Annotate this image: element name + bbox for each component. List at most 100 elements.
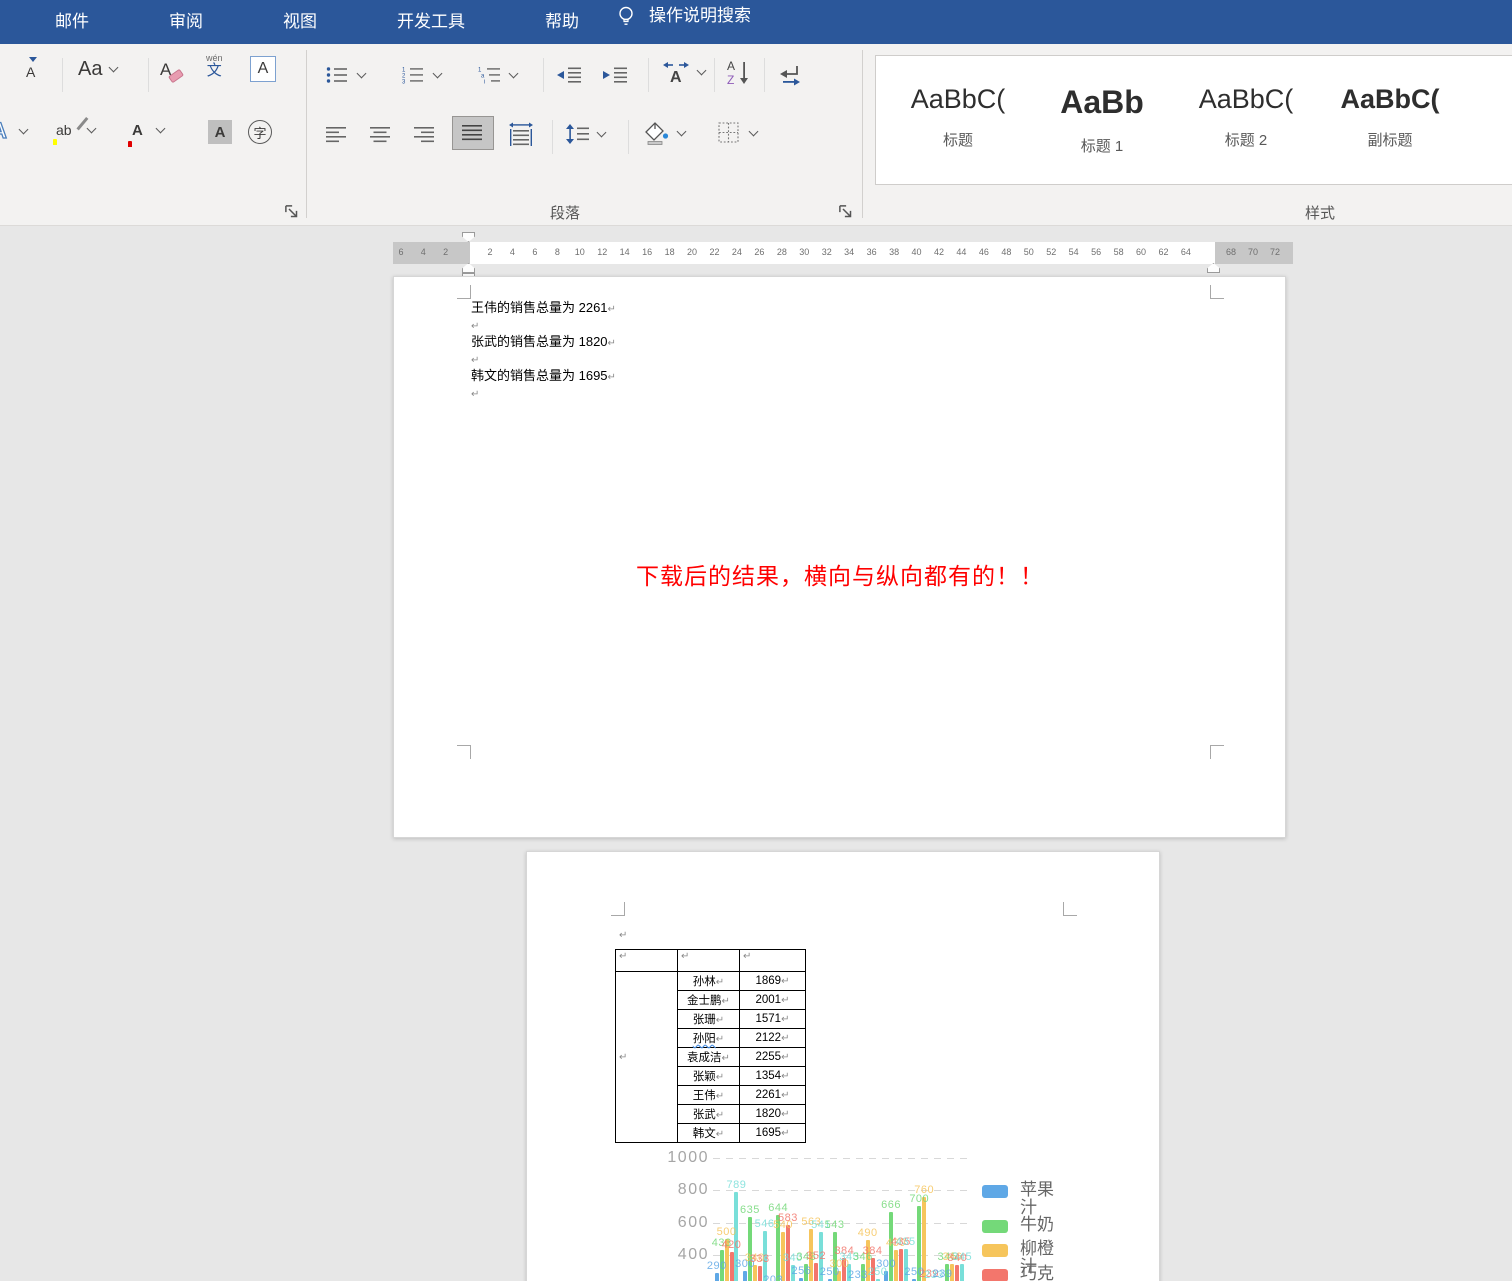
- ruler-number: 40: [911, 247, 922, 257]
- paragraph-dialog-launcher[interactable]: [838, 204, 853, 219]
- tell-me-search[interactable]: 操作说明搜索: [591, 1, 751, 26]
- ruler-number: 14: [619, 247, 630, 257]
- person-name: 王伟: [692, 1090, 716, 1102]
- word-window: { "menubar": { "tabs": ["邮件", "审阅", "视图"…: [0, 0, 1512, 1281]
- borders-button[interactable]: [718, 122, 759, 144]
- document-line: ↵: [471, 350, 616, 367]
- document-page-2[interactable]: ↵ ↵ ↵ ↵ ↵ 孙林↵ 1869↵ 金士鹏↵ 2001↵ 张珊↵ 1571↵ 孙阳↵ 2122↵ 袁…: [526, 851, 1160, 1281]
- paragraph-mark: ↵: [781, 1014, 790, 1025]
- name-cell[interactable]: 张颖↵: [677, 1066, 740, 1086]
- sales-value: 1820: [755, 1108, 782, 1120]
- name-cell[interactable]: 袁成洁↵: [677, 1047, 740, 1067]
- sales-value: 2122: [755, 1032, 782, 1044]
- character-shading-button[interactable]: A: [208, 120, 232, 144]
- asian-layout-button[interactable]: A: [662, 60, 707, 84]
- text-effects-button[interactable]: A: [0, 118, 29, 144]
- right-indent-marker[interactable]: [1207, 263, 1220, 273]
- decrease-indent-button[interactable]: [556, 66, 582, 84]
- bar-data-label: 543: [824, 1218, 845, 1231]
- enclose-characters-button[interactable]: 字: [248, 120, 272, 144]
- name-cell[interactable]: 张珊↵: [677, 1009, 740, 1029]
- value-cell[interactable]: 2122↵: [739, 1028, 806, 1048]
- paragraph-mark: ↵: [743, 951, 752, 962]
- align-right-button[interactable]: [414, 126, 436, 144]
- show-marks-button[interactable]: [778, 64, 802, 86]
- style-item-引用[interactable]: AaB 引用: [1463, 56, 1512, 184]
- ruler-number: 64: [1180, 247, 1191, 257]
- paragraph-mark: ↵: [721, 1053, 730, 1064]
- paragraph-mark: ↵: [781, 976, 790, 987]
- line-spacing-button[interactable]: [566, 124, 607, 144]
- menu-tab-3[interactable]: 视图: [271, 1, 329, 38]
- numbering-button[interactable]: 123: [402, 66, 443, 84]
- align-left-button[interactable]: [326, 126, 348, 144]
- horizontal-ruler[interactable]: 6 4 2 2 4 6 8 10 12 14 16 18 20 22 24 26 28 30 32 34 36 38 40 4…: [393, 232, 1293, 280]
- name-cell[interactable]: 王伟↵: [677, 1085, 740, 1105]
- bar-data-label: 666: [881, 1198, 901, 1211]
- character-shading-icon: A: [208, 120, 232, 144]
- text-highlight-button[interactable]: ab: [53, 116, 97, 145]
- menu-tab-2[interactable]: 审阅: [157, 1, 215, 38]
- hanging-indent-marker[interactable]: [462, 263, 475, 273]
- name-cell[interactable]: 孙阳↵: [677, 1028, 740, 1048]
- clear-formatting-button[interactable]: A: [160, 60, 185, 84]
- ruler-number: 6: [398, 247, 404, 257]
- value-cell[interactable]: 1869↵: [739, 971, 806, 991]
- justify-button[interactable]: [452, 116, 494, 150]
- sales-value: 1354: [755, 1070, 782, 1082]
- paragraph-mark: ↵: [619, 930, 628, 941]
- bar-data-label: 490: [857, 1227, 878, 1240]
- change-case-button[interactable]: Aa: [78, 58, 119, 81]
- menu-tab-1[interactable]: 邮件: [43, 1, 101, 38]
- font-dialog-launcher[interactable]: [284, 204, 299, 219]
- svg-text:A: A: [727, 59, 735, 73]
- table-header-cell[interactable]: ↵: [615, 949, 678, 972]
- name-cell[interactable]: 金士鹏↵: [677, 990, 740, 1010]
- value-cell[interactable]: 1695↵: [739, 1123, 806, 1143]
- chevron-down-icon: [696, 65, 707, 75]
- bullets-button[interactable]: [326, 66, 367, 84]
- value-cell[interactable]: 1354↵: [739, 1066, 806, 1086]
- value-cell[interactable]: 2255↵: [739, 1047, 806, 1067]
- style-item-标题 1[interactable]: AaBb 标题 1: [1031, 56, 1173, 184]
- align-center-icon: [370, 127, 390, 143]
- document-page-1[interactable]: 王伟的销售总量为 2261↵ ↵ 张武的销售总量为 1820↵ ↵ 韩文的销售总量为 1…: [393, 276, 1286, 838]
- style-preview: AaBb: [1060, 84, 1144, 120]
- chevron-down-icon: [356, 68, 367, 78]
- name-cell[interactable]: 张武↵: [677, 1104, 740, 1124]
- style-item-标题[interactable]: AaBbC(标题: [887, 56, 1029, 184]
- menu-tab-5[interactable]: 帮助: [533, 1, 591, 38]
- distribute-button[interactable]: [508, 122, 534, 146]
- first-line-indent-marker[interactable]: [462, 232, 475, 242]
- increase-indent-button[interactable]: [602, 66, 628, 84]
- multilevel-list-button[interactable]: 1ai: [478, 66, 519, 84]
- menu-tab-4[interactable]: 开发工具: [385, 1, 477, 38]
- paragraph-mark: ↵: [471, 355, 480, 366]
- table-header-cell[interactable]: ↵: [677, 949, 740, 972]
- shading-button[interactable]: [642, 120, 687, 146]
- shrink-font-button[interactable]: A: [26, 57, 37, 80]
- font-color-icon: A: [128, 122, 143, 147]
- sort-button[interactable]: A Z: [727, 58, 753, 86]
- bar-data-label: 300: [876, 1258, 897, 1271]
- value-cell[interactable]: 1820↵: [739, 1104, 806, 1124]
- ruler-number: 46: [978, 247, 989, 257]
- align-center-button[interactable]: [370, 126, 392, 144]
- value-cell[interactable]: 1571↵: [739, 1009, 806, 1029]
- style-item-标题 2[interactable]: AaBbC(标题 2: [1175, 56, 1317, 184]
- red-note-text: 下载后的结果，横向与纵向都有的！！: [636, 563, 1044, 589]
- value-cell[interactable]: 2001↵: [739, 990, 806, 1010]
- merged-cell[interactable]: ↵: [615, 971, 678, 1143]
- ruler-number: 70: [1247, 247, 1258, 257]
- ruler-number: 18: [664, 247, 675, 257]
- table-header-cell[interactable]: ↵: [739, 949, 806, 972]
- ruler-number: 28: [776, 247, 787, 257]
- character-border-button[interactable]: A: [250, 56, 276, 82]
- style-item-副标题[interactable]: AaBbC(副标题: [1319, 56, 1461, 184]
- name-cell[interactable]: 韩文↵: [677, 1123, 740, 1143]
- value-cell[interactable]: 2261↵: [739, 1085, 806, 1105]
- font-color-button[interactable]: A: [128, 122, 166, 147]
- name-cell[interactable]: 孙林↵: [677, 971, 740, 991]
- paragraph-mark: ↵: [715, 1091, 725, 1102]
- phonetic-guide-button[interactable]: wén 文: [206, 54, 223, 79]
